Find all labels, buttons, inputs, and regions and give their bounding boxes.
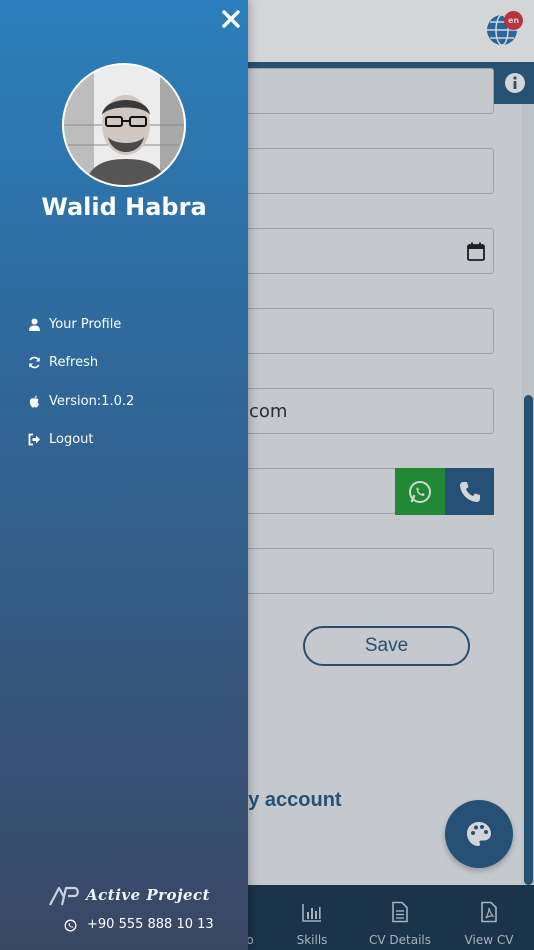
- profile-photo: [64, 65, 184, 185]
- user-icon: [29, 318, 40, 331]
- menu-label: Version:1.0.2: [49, 394, 135, 409]
- avatar[interactable]: [62, 63, 186, 187]
- close-icon[interactable]: [220, 8, 242, 30]
- apple-icon: [29, 395, 39, 408]
- user-name: Walid Habra: [41, 193, 207, 221]
- logout-icon: [28, 433, 40, 446]
- menu-label: Refresh: [49, 355, 99, 370]
- active-project-logo: [49, 886, 79, 906]
- phone-number: +90 555 888 10 13: [87, 917, 214, 932]
- refresh-icon: [29, 356, 40, 369]
- menu-label: Logout: [49, 432, 94, 447]
- side-drawer: Walid Habra Your Profile Refresh Version…: [0, 0, 248, 950]
- menu-label: Your Profile: [49, 317, 122, 332]
- whatsapp-icon: [64, 919, 77, 932]
- brand-name: Active Project: [86, 886, 211, 904]
